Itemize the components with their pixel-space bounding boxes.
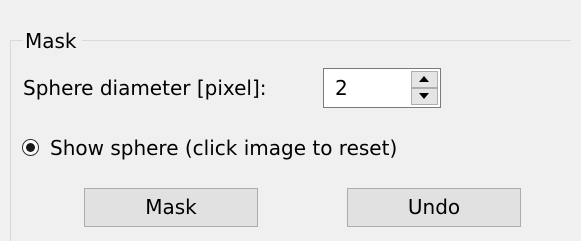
spinbox-buttons	[411, 71, 438, 105]
radio-selected-dot	[26, 143, 35, 152]
mask-group-title: Mask	[23, 28, 82, 54]
mask-button[interactable]: Mask	[84, 188, 258, 227]
sphere-diameter-label: Sphere diameter [pixel]:	[23, 76, 267, 100]
arrow-down-icon	[419, 93, 429, 99]
spin-up-button[interactable]	[411, 71, 438, 88]
undo-button[interactable]: Undo	[347, 188, 521, 227]
sphere-diameter-spinbox[interactable]: 2	[323, 68, 441, 108]
show-sphere-label[interactable]: Show sphere (click image to reset)	[50, 135, 397, 161]
arrow-up-icon	[419, 76, 429, 82]
sphere-diameter-value[interactable]: 2	[335, 75, 348, 101]
show-sphere-radio[interactable]	[22, 139, 39, 156]
spin-down-button[interactable]	[411, 88, 438, 105]
